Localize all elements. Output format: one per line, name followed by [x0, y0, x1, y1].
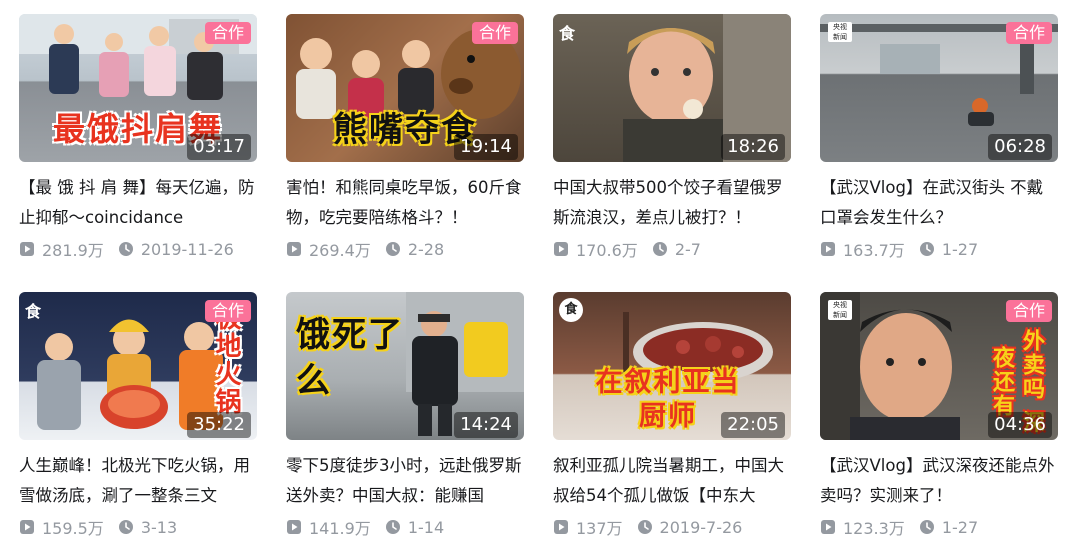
- clock-icon: [118, 242, 133, 256]
- video-card[interactable]: 饿死了么 14:24 零下5度徒步3小时，远赴俄罗斯送外卖？中国大叔：能赚国 1…: [286, 292, 524, 539]
- upload-date: 2019-7-26: [659, 517, 743, 537]
- duration-label: 35:22: [187, 412, 251, 438]
- tv-station-logo-icon: 央视 新闻: [828, 300, 852, 320]
- upload-date: 2-7: [674, 239, 701, 259]
- coop-badge: 合作: [1005, 22, 1052, 44]
- video-meta: 159.5万 3-13: [19, 515, 257, 539]
- video-card[interactable]: 熊嘴夺食 合作 19:14 害怕！和熊同桌吃早饭，60斤食物，吃完要陪练格斗？！…: [286, 14, 524, 261]
- upload-date: 1-14: [407, 517, 445, 537]
- channel-logo-icon: 食: [559, 298, 583, 322]
- video-title[interactable]: 叙利亚孤儿院当暑期工，中国大叔给54个孤儿做饭【中东大: [553, 451, 791, 511]
- duration-label: 19:14: [454, 134, 518, 160]
- video-thumbnail[interactable]: 食 极地火锅 合作 35:22: [19, 292, 257, 440]
- upload-date: 2019-11-26: [140, 239, 234, 259]
- coop-badge: 合作: [204, 300, 251, 322]
- play-icon: [821, 242, 835, 256]
- video-meta: 163.7万 1-27: [820, 237, 1058, 261]
- video-card[interactable]: 食 18:26 中国大叔带500个饺子看望俄罗斯流浪汉，差点儿被打？！ 170.…: [553, 14, 791, 261]
- play-icon: [287, 520, 301, 534]
- view-count: 159.5万: [42, 519, 104, 538]
- video-thumbnail[interactable]: 熊嘴夺食 合作 19:14: [286, 14, 524, 162]
- view-count: 141.9万: [309, 519, 371, 538]
- coop-badge: 合作: [471, 22, 518, 44]
- video-title[interactable]: 【武汉Vlog】在武汉街头 不戴口罩会发生什么？: [820, 173, 1058, 233]
- duration-label: 14:24: [454, 412, 518, 438]
- clock-icon: [919, 520, 934, 534]
- view-count: 281.9万: [42, 241, 104, 260]
- video-title[interactable]: 人生巅峰！北极光下吃火锅，用雪做汤底，涮了一整条三文: [19, 451, 257, 511]
- view-count: 123.3万: [843, 519, 905, 538]
- video-grid: 最饿抖肩舞 合作 03:17 【最 饿 抖 肩 舞】每天亿遍，防止抑郁～coin…: [0, 0, 1080, 557]
- video-meta: 141.9万 1-14: [286, 515, 524, 539]
- video-meta: 137万 2019-7-26: [553, 515, 791, 539]
- coop-badge: 合作: [1005, 300, 1052, 322]
- play-icon: [554, 242, 568, 256]
- play-icon: [20, 520, 34, 534]
- channel-logo-icon: 食: [559, 24, 576, 43]
- video-card[interactable]: 食 极地火锅 合作 35:22 人生巅峰！北极光下吃火锅，用雪做汤底，涮了一整条…: [19, 292, 257, 539]
- duration-label: 04:36: [988, 412, 1052, 438]
- clock-icon: [118, 520, 133, 534]
- video-card[interactable]: 食 在叙利亚当厨师 22:05 叙利亚孤儿院当暑期工，中国大叔给54个孤儿做饭【…: [553, 292, 791, 539]
- upload-date: 3-13: [140, 517, 178, 537]
- play-icon: [821, 520, 835, 534]
- video-thumbnail[interactable]: 饿死了么 14:24: [286, 292, 524, 440]
- duration-label: 03:17: [187, 134, 251, 160]
- clock-icon: [385, 242, 400, 256]
- upload-date: 1-27: [941, 517, 979, 537]
- duration-label: 06:28: [988, 134, 1052, 160]
- video-meta: 123.3万 1-27: [820, 515, 1058, 539]
- view-count: 170.6万: [576, 241, 638, 260]
- video-meta: 170.6万 2-7: [553, 237, 791, 261]
- clock-icon: [919, 242, 934, 256]
- duration-label: 22:05: [721, 412, 785, 438]
- video-title[interactable]: 零下5度徒步3小时，远赴俄罗斯送外卖？中国大叔：能赚国: [286, 451, 524, 511]
- duration-label: 18:26: [721, 134, 785, 160]
- video-title[interactable]: 中国大叔带500个饺子看望俄罗斯流浪汉，差点儿被打？！: [553, 173, 791, 233]
- video-thumbnail[interactable]: 食 18:26: [553, 14, 791, 162]
- video-thumbnail[interactable]: 央视 新闻 合作 06:28: [820, 14, 1058, 162]
- clock-icon: [637, 520, 652, 534]
- view-count: 269.4万: [309, 241, 371, 260]
- video-title[interactable]: 害怕！和熊同桌吃早饭，60斤食物，吃完要陪练格斗？！: [286, 173, 524, 233]
- coop-badge: 合作: [204, 22, 251, 44]
- video-card[interactable]: 央视 新闻 外卖吗 深夜还有 合作 04:36 【武汉Vlog】武汉深夜还能点外卖…: [820, 292, 1058, 539]
- clock-icon: [652, 242, 667, 256]
- video-meta: 281.9万 2019-11-26: [19, 237, 257, 261]
- video-card[interactable]: 最饿抖肩舞 合作 03:17 【最 饿 抖 肩 舞】每天亿遍，防止抑郁～coin…: [19, 14, 257, 261]
- video-thumbnail[interactable]: 食 在叙利亚当厨师 22:05: [553, 292, 791, 440]
- play-icon: [287, 242, 301, 256]
- tv-station-logo-icon: 央视 新闻: [828, 22, 852, 42]
- thumbnail-caption: 饿死了么: [296, 315, 404, 401]
- upload-date: 1-27: [941, 239, 979, 259]
- video-card[interactable]: 央视 新闻 合作 06:28 【武汉Vlog】在武汉街头 不戴口罩会发生什么？ 1…: [820, 14, 1058, 261]
- video-meta: 269.4万 2-28: [286, 237, 524, 261]
- upload-date: 2-28: [407, 239, 445, 259]
- video-title[interactable]: 【最 饿 抖 肩 舞】每天亿遍，防止抑郁～coincidance: [19, 173, 257, 233]
- view-count: 163.7万: [843, 241, 905, 260]
- clock-icon: [385, 520, 400, 534]
- video-title[interactable]: 【武汉Vlog】武汉深夜还能点外卖吗？实测来了！: [820, 451, 1058, 511]
- channel-logo-icon: 食: [25, 302, 42, 321]
- video-thumbnail[interactable]: 最饿抖肩舞 合作 03:17: [19, 14, 257, 162]
- video-thumbnail[interactable]: 央视 新闻 外卖吗 深夜还有 合作 04:36: [820, 292, 1058, 440]
- view-count: 137万: [576, 519, 623, 538]
- play-icon: [20, 242, 34, 256]
- play-icon: [554, 520, 568, 534]
